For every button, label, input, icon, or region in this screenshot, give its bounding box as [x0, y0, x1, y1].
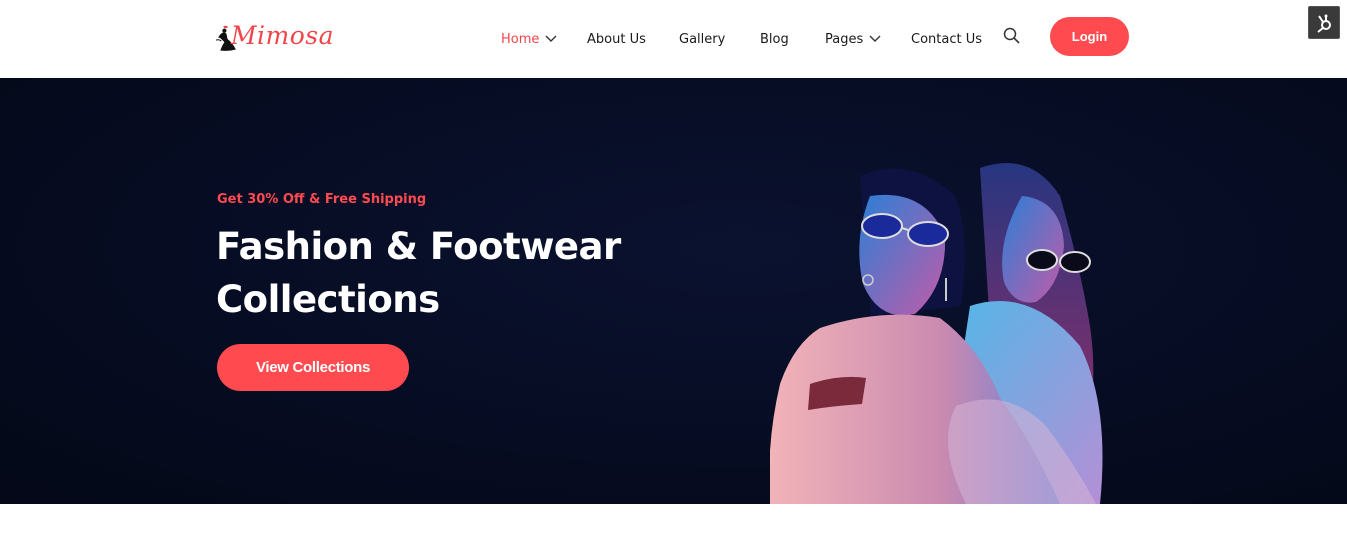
- hero-banner: Get 30% Off & Free Shipping Fashion & Fo…: [0, 78, 1347, 504]
- site-header: Mimosa Home About Us Gallery Blog Pages …: [0, 0, 1347, 78]
- nav-item-label: Contact Us: [911, 31, 982, 47]
- nav-item-about-us[interactable]: About Us: [587, 28, 646, 50]
- search-icon: [1003, 27, 1020, 44]
- hero-headline: Fashion & Footwear Collections: [216, 225, 621, 321]
- nav-item-contact-us[interactable]: Contact Us: [911, 28, 982, 50]
- nav-item-label: About Us: [587, 31, 646, 47]
- nav-item-label: Pages: [825, 31, 864, 47]
- view-collections-button[interactable]: View Collections: [217, 344, 409, 391]
- nav-item-label: Gallery: [679, 31, 726, 47]
- brand-logo[interactable]: Mimosa: [214, 12, 334, 64]
- chevron-down-icon: [869, 35, 881, 42]
- hubspot-widget[interactable]: [1308, 6, 1340, 39]
- page-content-start: [0, 504, 1347, 558]
- hubspot-sprocket-icon: [1317, 14, 1331, 33]
- nav-item-pages[interactable]: Pages: [825, 28, 881, 50]
- nav-item-blog[interactable]: Blog: [760, 28, 789, 50]
- nav-item-label: Home: [501, 31, 540, 47]
- brand-name: Mimosa: [230, 20, 334, 50]
- login-button[interactable]: Login: [1050, 17, 1129, 56]
- hero-models-image: [770, 162, 1103, 504]
- nav-item-label: Blog: [760, 31, 789, 47]
- nav-item-gallery[interactable]: Gallery: [679, 28, 725, 50]
- search-button[interactable]: [1003, 27, 1023, 47]
- nav-item-home[interactable]: Home: [501, 28, 557, 50]
- promo-text: Get 30% Off & Free Shipping: [217, 192, 427, 207]
- chevron-down-icon: [545, 35, 557, 42]
